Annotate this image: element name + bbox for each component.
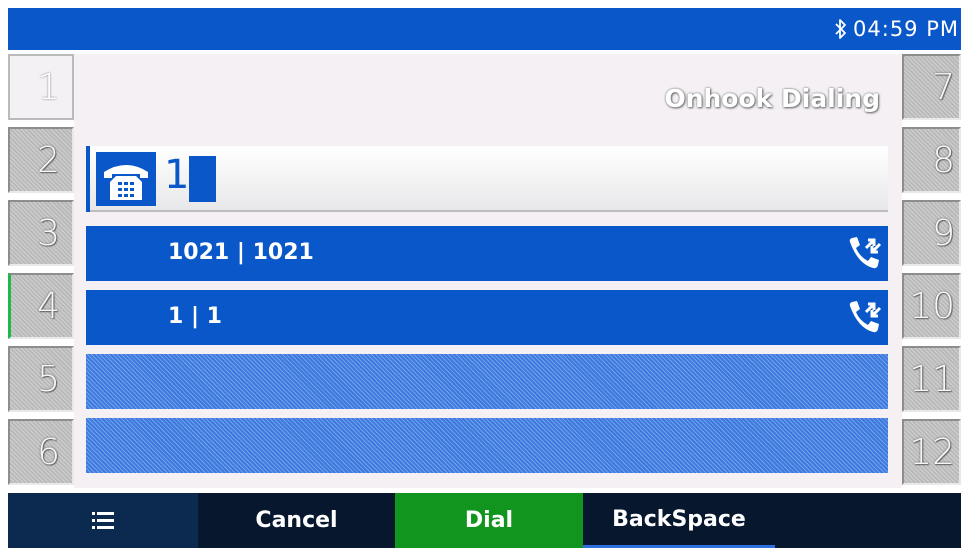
suggestion-item[interactable]: 1021 | 1021 [86, 226, 888, 281]
line-key-label: 2 [37, 139, 60, 181]
line-key-label: 4 [37, 285, 60, 327]
line-key-label: 10 [909, 285, 955, 327]
line-key-label: 1 [37, 66, 60, 108]
menu-icon [92, 511, 114, 529]
line-key-3[interactable]: 3 [8, 200, 74, 266]
suggestion-label: 1 | 1 [168, 304, 222, 329]
backspace-softkey[interactable]: BackSpace [583, 493, 775, 548]
line-key-label: 6 [37, 431, 60, 473]
line-key-label: 9 [932, 212, 955, 254]
softkey-bar: Cancel Dial BackSpace [8, 493, 961, 548]
line-key-label: 7 [932, 66, 955, 108]
line-keys-left: 1 2 3 4 5 6 [8, 54, 74, 492]
line-key-6[interactable]: 6 [8, 419, 74, 485]
dialing-screen: Onhook Dialing 1 1021 | 1021 1 | 1 [74, 54, 902, 488]
line-key-label: 3 [37, 212, 60, 254]
empty-list-item [86, 418, 888, 473]
suggestion-label: 1021 | 1021 [168, 240, 314, 265]
line-key-7[interactable]: 7 [902, 54, 961, 120]
line-key-label: 11 [909, 358, 955, 400]
line-key-8[interactable]: 8 [902, 127, 961, 193]
line-key-4[interactable]: 4 [8, 273, 74, 339]
line-key-5[interactable]: 5 [8, 346, 74, 412]
menu-softkey[interactable] [8, 493, 198, 548]
line-key-10[interactable]: 10 [902, 273, 961, 339]
dial-input[interactable]: 1 [86, 146, 888, 212]
line-key-9[interactable]: 9 [902, 200, 961, 266]
line-key-11[interactable]: 11 [902, 346, 961, 412]
phone-icon-box [86, 146, 158, 212]
cancel-softkey[interactable]: Cancel [198, 493, 395, 548]
line-key-label: 5 [37, 358, 60, 400]
line-key-2[interactable]: 2 [8, 127, 74, 193]
suggestion-item[interactable]: 1 | 1 [86, 290, 888, 345]
call-history-icon [849, 237, 882, 269]
clock-time: 04:59 PM [853, 17, 959, 41]
dial-input-value: 1 [164, 152, 190, 198]
line-key-label: 12 [909, 431, 955, 473]
text-cursor [189, 156, 216, 202]
line-keys-right: 7 8 9 10 11 12 [902, 54, 961, 492]
bluetooth-icon [835, 19, 846, 39]
dial-softkey[interactable]: Dial [395, 493, 583, 548]
line-key-label: 8 [932, 139, 955, 181]
line-key-12[interactable]: 12 [902, 419, 961, 485]
line-key-1[interactable]: 1 [8, 54, 74, 120]
phone-icon [104, 165, 148, 200]
status-bar: 04:59 PM [8, 8, 961, 50]
empty-list-item [86, 354, 888, 409]
screen-title: Onhook Dialing [664, 84, 880, 113]
call-history-icon [849, 301, 882, 333]
